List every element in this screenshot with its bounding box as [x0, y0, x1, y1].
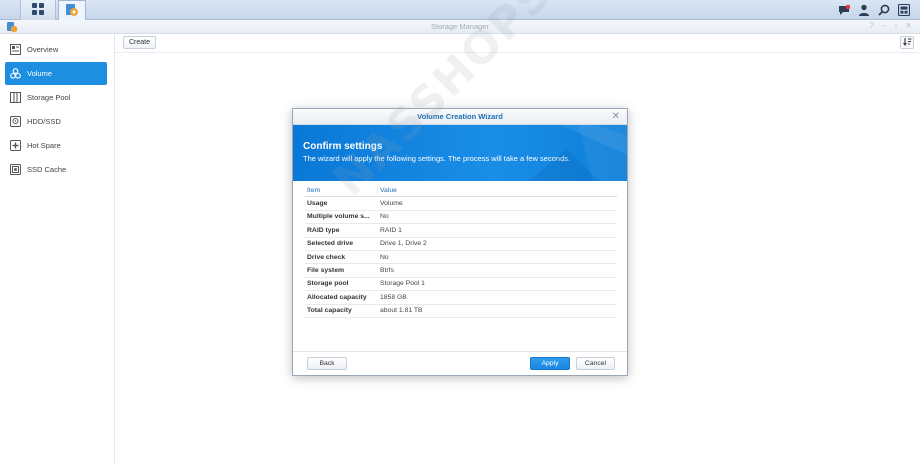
overview-icon — [10, 44, 21, 55]
row-value: Btrfs — [380, 267, 394, 275]
settings-table: Item Value Usage Volume Multiple volume … — [305, 184, 617, 318]
row-item: Storage pool — [307, 280, 349, 288]
toolbar-divider — [115, 52, 920, 53]
row-value: 1858 GB — [380, 293, 407, 301]
storage-pool-icon — [10, 92, 21, 103]
row-item: Total capacity — [307, 307, 352, 315]
dialog-title: Volume Creation Wizard — [417, 112, 503, 121]
storage-manager-app-icon — [65, 3, 79, 19]
dialog-header: Confirm settings The wizard will apply t… — [293, 125, 627, 181]
sidebar-item-label: HDD/SSD — [27, 117, 61, 126]
table-row: Storage pool Storage Pool 1 — [305, 278, 617, 292]
table-header-row: Item Value — [305, 184, 617, 198]
sidebar-item-ssd-cache[interactable]: SSD Cache — [5, 158, 107, 181]
row-item: RAID type — [307, 226, 340, 234]
sidebar-item-label: Storage Pool — [27, 93, 71, 102]
main-menu-button[interactable] — [20, 0, 56, 20]
hdd-icon — [10, 116, 21, 127]
search-icon[interactable] — [874, 0, 894, 20]
sidebar-item-hot-spare[interactable]: Hot Spare — [5, 134, 107, 157]
grid-icon — [32, 3, 44, 17]
row-value: No — [380, 253, 389, 261]
ssd-cache-icon — [10, 164, 21, 175]
sort-button[interactable] — [900, 36, 914, 49]
row-value: Drive 1, Drive 2 — [380, 240, 427, 248]
row-item: Usage — [307, 200, 328, 208]
table-row: Selected drive Drive 1, Drive 2 — [305, 238, 617, 251]
table-row: Allocated capacity 1858 GB — [305, 291, 617, 305]
sort-icon — [902, 37, 912, 48]
user-icon[interactable] — [854, 0, 874, 20]
close-icon[interactable]: ✕ — [612, 109, 620, 125]
maximize-button[interactable]: ▫ — [894, 21, 897, 30]
back-button[interactable]: Back — [307, 357, 347, 370]
widgets-icon[interactable] — [894, 0, 914, 20]
window-title: Storage Manager — [431, 22, 489, 31]
row-item: Multiple volume s... — [307, 213, 370, 221]
volume-icon — [10, 68, 21, 79]
sidebar-item-hdd-ssd[interactable]: HDD/SSD — [5, 110, 107, 133]
storage-manager-taskbar-button[interactable] — [58, 0, 86, 20]
sidebar: Overview Volume Storage Pool HDD/SSD Hot… — [0, 34, 115, 464]
window-titlebar: Storage Manager ? – ▫ ✕ — [0, 20, 920, 34]
row-value: RAID 1 — [380, 226, 402, 234]
dialog-footer: Back Apply Cancel — [293, 351, 627, 375]
table-row: Multiple volume s... No — [305, 211, 617, 225]
table-row: File system Btrfs — [305, 264, 617, 278]
taskbar — [0, 0, 920, 20]
sidebar-item-volume[interactable]: Volume — [5, 62, 107, 85]
table-row: RAID type RAID 1 — [305, 224, 617, 238]
row-value: Storage Pool 1 — [380, 280, 425, 288]
row-value: Volume — [380, 200, 403, 208]
sidebar-item-label: Hot Spare — [27, 141, 61, 150]
column-header-value: Value — [377, 186, 617, 194]
row-item: Drive check — [307, 253, 346, 261]
row-item: File system — [307, 267, 345, 275]
sidebar-item-label: Volume — [27, 69, 53, 78]
header-decoration-icon — [528, 125, 627, 181]
hot-spare-icon — [10, 140, 21, 151]
sidebar-item-label: Overview — [27, 45, 59, 54]
chat-notification-icon[interactable] — [834, 0, 854, 20]
table-row: Usage Volume — [305, 197, 617, 211]
close-window-button[interactable]: ✕ — [905, 21, 912, 30]
cancel-button[interactable]: Cancel — [576, 357, 615, 370]
column-header-item: Item — [307, 186, 321, 194]
row-item: Allocated capacity — [307, 293, 367, 301]
row-value: No — [380, 213, 389, 221]
minimize-button[interactable]: – — [882, 21, 886, 30]
row-value: about 1.81 TB — [380, 307, 423, 315]
sidebar-item-storage-pool[interactable]: Storage Pool — [5, 86, 107, 109]
dialog-titlebar: Volume Creation Wizard ✕ — [293, 109, 627, 125]
sidebar-item-label: SSD Cache — [27, 165, 67, 174]
table-row: Total capacity about 1.81 TB — [305, 305, 617, 318]
sidebar-item-overview[interactable]: Overview — [5, 38, 107, 61]
table-row: Drive check No — [305, 251, 617, 265]
row-item: Selected drive — [307, 240, 354, 248]
create-button[interactable]: Create — [123, 36, 156, 49]
help-button[interactable]: ? — [870, 21, 874, 30]
apply-button[interactable]: Apply — [530, 357, 570, 370]
volume-creation-wizard-dialog: Volume Creation Wizard ✕ Confirm setting… — [292, 108, 628, 376]
